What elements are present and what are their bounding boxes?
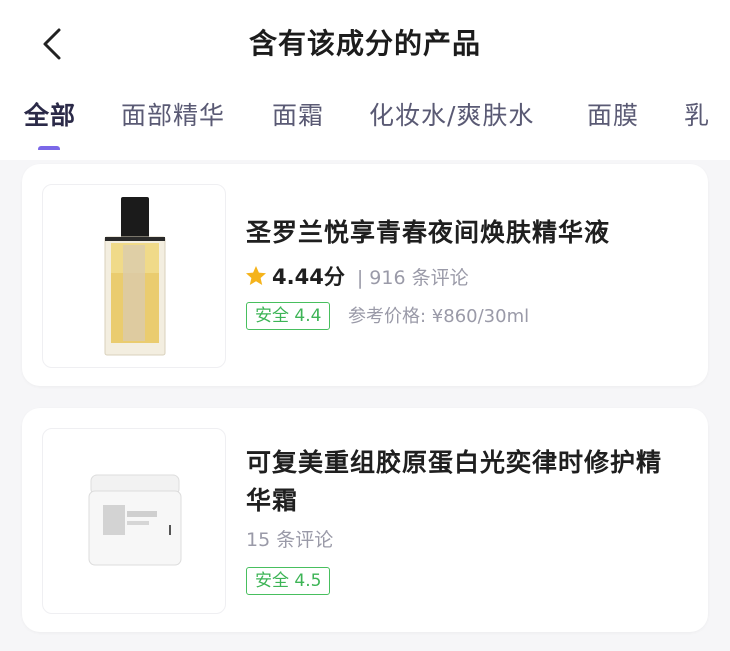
tab-mask[interactable]: 面膜: [587, 96, 639, 132]
category-tabs: 全部 面部精华 面霜 化妆水/爽肤水 面膜 乳: [0, 90, 730, 150]
product-image: [42, 184, 226, 368]
tab-all[interactable]: 全部: [24, 96, 76, 132]
safety-badge: 安全 4.4: [246, 302, 331, 330]
review-count: 15 条评论: [246, 529, 334, 551]
star-icon: [246, 266, 266, 285]
product-name: 圣罗兰悦享青春夜间焕肤精华液: [246, 218, 611, 247]
reference-price: 参考价格: ¥860/30ml: [348, 306, 530, 327]
tab-face-serum[interactable]: 面部精华: [121, 96, 225, 132]
tab-lotion[interactable]: 乳: [684, 96, 710, 132]
safety-badge: 安全 4.5: [246, 567, 331, 595]
rating-row: 4.44分 | 916 条评论: [244, 260, 469, 292]
product-card[interactable]: 圣罗兰悦享青春夜间焕肤精华液 4.44分 | 916 条评论 安全 4.4 参考…: [22, 164, 708, 386]
tab-toner[interactable]: 化妆水/爽肤水: [369, 96, 534, 132]
review-count: | 916 条评论: [356, 266, 469, 289]
tab-face-cream[interactable]: 面霜: [272, 96, 324, 132]
active-tab-indicator: [38, 146, 60, 150]
cream-jar-image: [88, 474, 182, 566]
page-title: 含有该成分的产品: [248, 27, 481, 60]
header-bar: 含有该成分的产品 全部 面部精华 面霜 化妆水/爽肤水 面膜 乳: [0, 0, 730, 160]
product-card[interactable]: 可复美重组胶原蛋白光奕律时修护精华霜 15 条评论 安全 4.5: [22, 408, 708, 632]
rating-score: 4.44分: [272, 265, 345, 289]
serum-bottle-image: [104, 197, 166, 356]
product-name: 可复美重组胶原蛋白光奕律时修护精华霜: [246, 448, 663, 515]
product-image: [42, 428, 226, 614]
